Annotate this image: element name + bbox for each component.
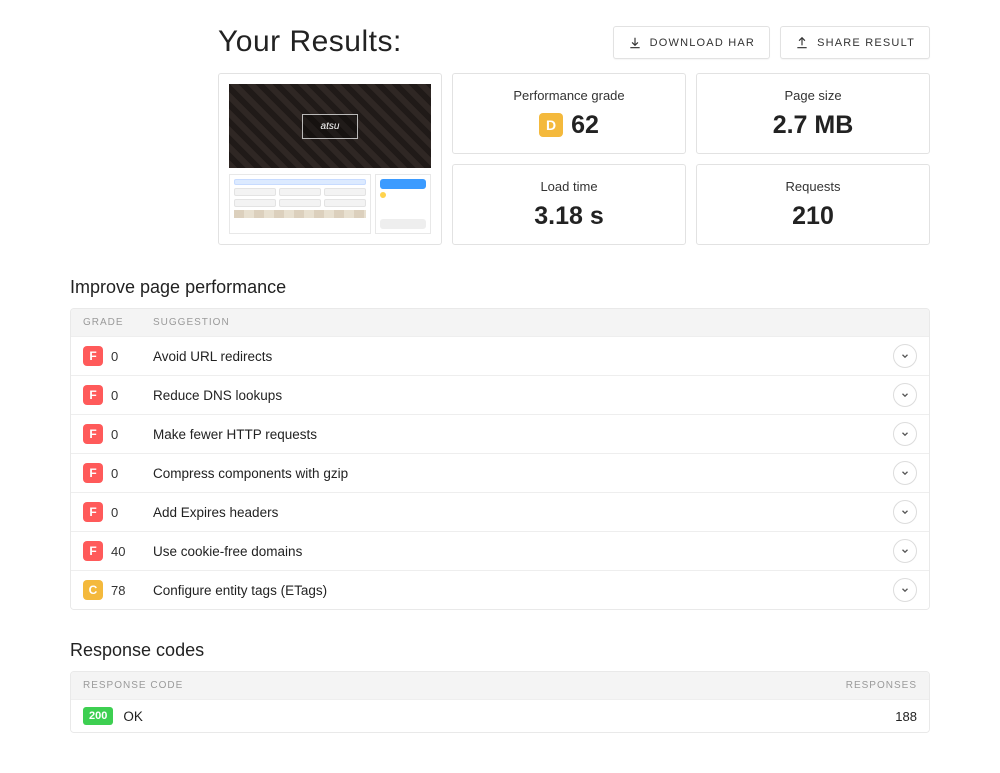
grade-score: 0	[111, 427, 118, 442]
page-title: Your Results:	[70, 25, 402, 59]
grade-score: 0	[111, 349, 118, 364]
expand-button[interactable]	[893, 344, 917, 368]
chevron-down-icon	[900, 504, 910, 520]
expand-button[interactable]	[893, 539, 917, 563]
chevron-down-icon	[900, 348, 910, 364]
requests-value: 210	[792, 202, 834, 231]
requests-label: Requests	[786, 179, 841, 194]
performance-grade-label: Performance grade	[513, 88, 624, 103]
table-row[interactable]: F0 Make fewer HTTP requests	[71, 414, 929, 453]
response-codes-header-responses: RESPONSES	[827, 680, 917, 691]
expand-button[interactable]	[893, 500, 917, 524]
load-time-label: Load time	[540, 179, 597, 194]
grade-chip: F	[83, 502, 103, 522]
grade-chip: F	[83, 346, 103, 366]
share-result-label: SHARE RESULT	[817, 37, 915, 49]
improve-header-suggestion: SUGGESTION	[153, 317, 917, 328]
download-har-label: DOWNLOAD HAR	[650, 37, 755, 49]
thumbnail-logo: atsu	[302, 114, 359, 139]
grade-chip: F	[83, 424, 103, 444]
download-icon	[628, 36, 642, 50]
table-row[interactable]: F0 Add Expires headers	[71, 492, 929, 531]
table-row[interactable]: F0 Avoid URL redirects	[71, 336, 929, 375]
grade-chip: F	[83, 385, 103, 405]
grade-chip: C	[83, 580, 103, 600]
table-row[interactable]: C 78 Configure entity tags (ETags)	[71, 570, 929, 609]
load-time-value: 3.18 s	[534, 202, 604, 231]
chevron-down-icon	[900, 387, 910, 403]
table-row[interactable]: F0 Reduce DNS lookups	[71, 375, 929, 414]
chevron-down-icon	[900, 426, 910, 442]
chevron-down-icon	[900, 582, 910, 598]
page-size-card: Page size 2.7 MB	[696, 73, 930, 154]
suggestion-text: Add Expires headers	[153, 505, 893, 520]
grade-score: 40	[111, 544, 125, 559]
share-icon	[795, 36, 809, 50]
expand-button[interactable]	[893, 422, 917, 446]
suggestion-text: Configure entity tags (ETags)	[153, 583, 893, 598]
share-result-button[interactable]: SHARE RESULT	[780, 26, 930, 59]
load-time-card: Load time 3.18 s	[452, 164, 686, 245]
performance-grade-value: 62	[571, 111, 599, 140]
download-har-button[interactable]: DOWNLOAD HAR	[613, 26, 770, 59]
status-code-label: OK	[123, 709, 143, 724]
chevron-down-icon	[900, 543, 910, 559]
expand-button[interactable]	[893, 461, 917, 485]
table-row[interactable]: 200 OK 188	[71, 699, 929, 732]
performance-grade-chip: D	[539, 113, 563, 137]
suggestion-text: Avoid URL redirects	[153, 349, 893, 364]
page-size-value: 2.7 MB	[773, 111, 854, 140]
grade-chip: F	[83, 541, 103, 561]
status-code-chip: 200	[83, 707, 113, 725]
suggestion-text: Use cookie-free domains	[153, 544, 893, 559]
improve-header-grade: GRADE	[83, 317, 153, 328]
table-row[interactable]: F 40 Use cookie-free domains	[71, 531, 929, 570]
response-codes-table: RESPONSE CODE RESPONSES 200 OK 188	[70, 671, 930, 733]
expand-button[interactable]	[893, 578, 917, 602]
expand-button[interactable]	[893, 383, 917, 407]
page-thumbnail-card: atsu	[218, 73, 442, 245]
grade-score: 78	[111, 583, 125, 598]
page-thumbnail: atsu	[229, 84, 431, 234]
requests-card: Requests 210	[696, 164, 930, 245]
chevron-down-icon	[900, 465, 910, 481]
response-codes-header-code: RESPONSE CODE	[83, 680, 827, 691]
suggestion-text: Compress components with gzip	[153, 466, 893, 481]
grade-score: 0	[111, 505, 118, 520]
responses-count: 188	[827, 709, 917, 724]
suggestion-text: Make fewer HTTP requests	[153, 427, 893, 442]
suggestion-text: Reduce DNS lookups	[153, 388, 893, 403]
grade-chip: F	[83, 463, 103, 483]
grade-score: 0	[111, 388, 118, 403]
grade-score: 0	[111, 466, 118, 481]
response-codes-title: Response codes	[70, 640, 930, 661]
page-size-label: Page size	[784, 88, 841, 103]
improve-section-title: Improve page performance	[70, 277, 930, 298]
improve-table: GRADE SUGGESTION F0Avoid URL redirectsF0…	[70, 308, 930, 610]
performance-grade-card: Performance grade D 62	[452, 73, 686, 154]
table-row[interactable]: F0 Compress components with gzip	[71, 453, 929, 492]
